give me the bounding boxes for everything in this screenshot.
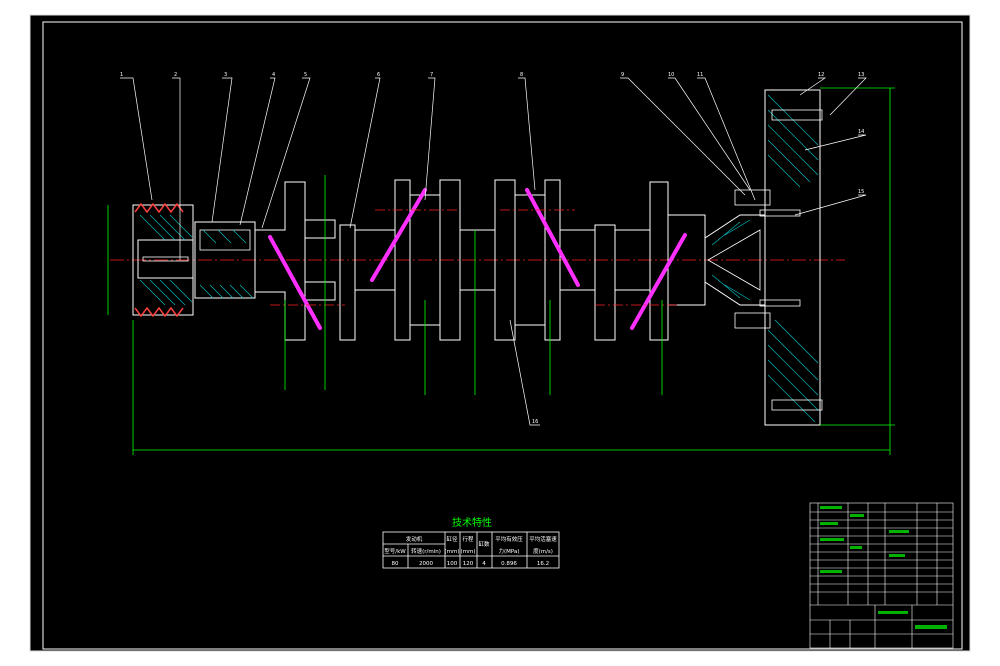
spec-header: 转速(r/min) xyxy=(411,547,441,555)
spec-header: (mm) xyxy=(460,549,475,555)
spec-header: 行程 xyxy=(462,535,474,543)
spec-header: 缸径 xyxy=(446,535,458,543)
spec-value: 4 xyxy=(482,561,486,567)
spec-header: 缸数 xyxy=(478,540,490,548)
spec-header: 型号/kW xyxy=(384,547,406,555)
spec-header: 力(MPa) xyxy=(499,547,520,555)
leader-label: 11 xyxy=(697,72,703,78)
spec-header: (mm) xyxy=(444,549,459,555)
spec-title: 技术特性 xyxy=(452,516,492,529)
leader-label: 7 xyxy=(430,72,433,78)
spec-header: 平均活塞速 xyxy=(529,535,557,543)
leader-label: 15 xyxy=(858,189,864,195)
spec-value: 2000 xyxy=(419,561,433,567)
leader-label: 6 xyxy=(377,72,380,78)
leader-label: 3 xyxy=(224,72,227,78)
spec-value: 0.896 xyxy=(501,561,517,567)
leader-label: 12 xyxy=(818,72,824,78)
leader-label: 14 xyxy=(858,129,864,135)
leader-label: 16 xyxy=(532,419,538,425)
spec-header: 发动机 xyxy=(406,535,423,543)
leader-label: 4 xyxy=(272,72,275,78)
leader-label: 10 xyxy=(668,72,674,78)
spec-value: 120 xyxy=(463,561,474,567)
leader-label: 2 xyxy=(174,72,177,78)
leader-label: 1 xyxy=(120,72,123,78)
leader-label: 8 xyxy=(520,72,523,78)
spec-header: 平均有效压 xyxy=(495,535,523,543)
leader-label: 13 xyxy=(858,72,864,78)
leader-label: 9 xyxy=(621,72,624,78)
spec-value: 16.2 xyxy=(537,561,549,567)
crankshaft-drawing-sheet: 1 2 3 4 5 6 7 8 9 10 11 12 13 14 15 16 技… xyxy=(0,0,1000,666)
spec-value: 80 xyxy=(392,561,399,567)
spec-header: 度(m/s) xyxy=(533,547,553,555)
spec-value: 100 xyxy=(447,561,458,567)
leader-label: 5 xyxy=(304,72,307,78)
